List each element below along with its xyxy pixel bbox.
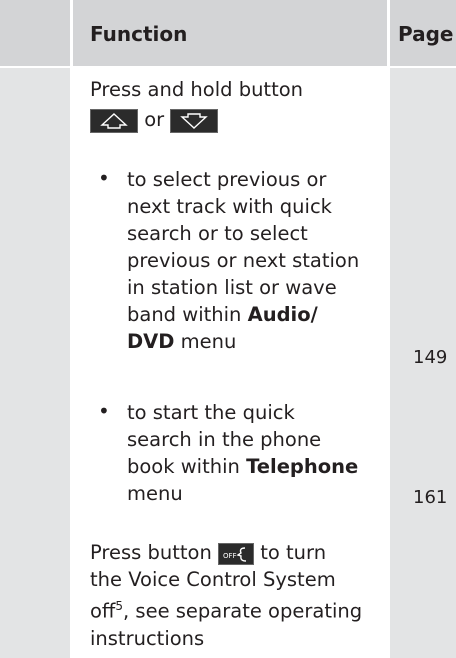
or-text: or [144, 108, 165, 131]
text-line: menu [127, 482, 183, 505]
text-line: search in the phone [127, 428, 322, 451]
text-segment: Press button [90, 541, 212, 564]
text-segment: book within [127, 455, 247, 478]
intro-buttons-line: or [90, 106, 219, 133]
bullet1-text: to select previous or next track with qu… [127, 166, 359, 355]
text-line: previous or next station [127, 249, 360, 272]
text-line: DVD menu [127, 328, 359, 355]
bullet-icon: • [98, 399, 110, 423]
text-segment: off [90, 599, 116, 623]
arrow-down-icon [170, 108, 219, 133]
function-header: Function [90, 22, 188, 46]
column-divider [387, 0, 390, 658]
menu-name-audio: Audio/ [247, 303, 318, 326]
text-line: next track with quick [127, 195, 332, 218]
text-segment: to turn [260, 541, 327, 564]
text-line: Press button OFF to turn [90, 539, 362, 566]
page-header: Page [398, 22, 454, 46]
bullet2-text: to start the quick search in the phone b… [127, 399, 358, 507]
page-number: 149 [413, 347, 448, 368]
text-line: off5, see separate operating [90, 593, 362, 625]
text-line: to select previous or [127, 168, 327, 191]
text-segment: band within [127, 303, 248, 326]
arrow-up-icon [90, 108, 138, 133]
press-button-text: Press button OFF to turn the Voice Contr… [90, 539, 362, 652]
text-segment: , see separate operating [123, 599, 363, 623]
column-divider [70, 0, 73, 658]
text-line: band within Audio/ [127, 301, 359, 328]
intro-text: Press and hold button [90, 78, 304, 101]
text-line: to start the quick [127, 401, 295, 424]
off-label: OFF [223, 552, 237, 560]
text-line: search or to select [127, 222, 308, 245]
text-line: in station list or wave [127, 276, 337, 299]
bullet-icon: • [98, 166, 110, 190]
page-number: 161 [413, 487, 448, 508]
text-line: instructions [90, 626, 205, 650]
menu-name-dvd: DVD [127, 330, 175, 353]
manual-page: Function Page Press and hold button or •… [0, 0, 456, 658]
voice-off-icon: OFF [218, 542, 255, 565]
menu-name-telephone: Telephone [246, 455, 359, 478]
left-column [0, 0, 70, 658]
footnote-ref: 5 [115, 599, 124, 613]
text-line: the Voice Control System [90, 568, 336, 591]
right-column [390, 0, 456, 658]
text-segment: menu [174, 330, 237, 353]
text-line: book within Telephone [127, 453, 358, 480]
